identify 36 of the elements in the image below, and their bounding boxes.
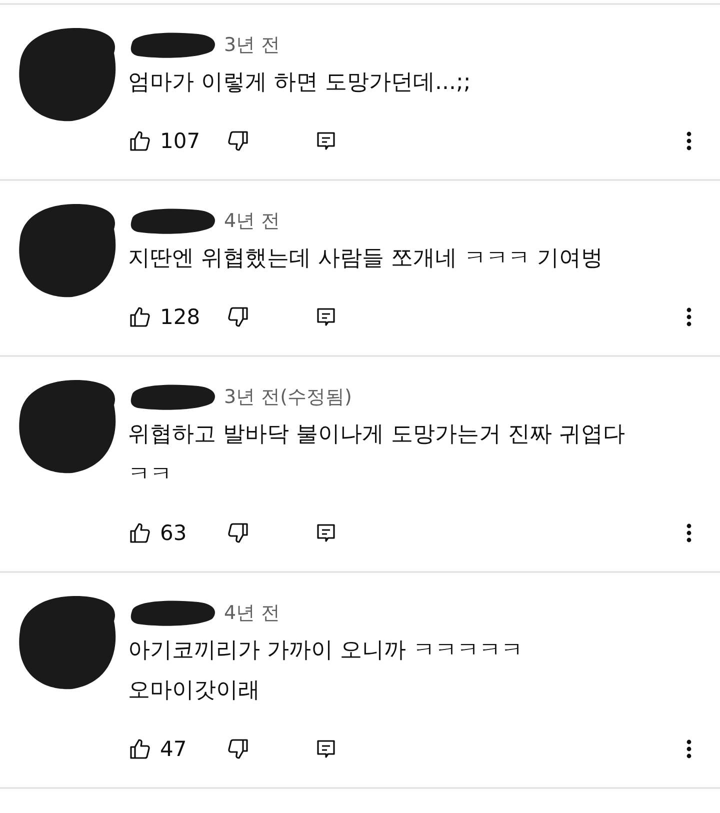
comment-timestamp: 3년 전(수정됨) <box>224 385 352 410</box>
comment-icon <box>314 737 338 761</box>
thumbs-up-icon <box>128 305 152 329</box>
thumbs-down-icon <box>226 737 250 761</box>
thumbs-up-icon <box>128 521 152 545</box>
comment-text: 아기코끼리가 가까이 오니까 ㅋㅋㅋㅋㅋ 오마이갓이래 <box>128 637 524 705</box>
more-options-button[interactable] <box>685 305 693 329</box>
reply-button[interactable] <box>314 737 338 761</box>
like-button[interactable]: 107 <box>128 129 226 153</box>
comment-timestamp: 4년 전 <box>224 209 280 234</box>
comment-timestamp: 4년 전 <box>224 601 280 626</box>
comment-timestamp: 3년 전 <box>224 33 280 58</box>
like-button[interactable]: 63 <box>128 521 226 545</box>
thumbs-up-icon <box>128 737 152 761</box>
like-button[interactable]: 47 <box>128 737 226 761</box>
comment-icon <box>314 305 338 329</box>
comment-text: 엄마가 이렇게 하면 도망가던데...;; <box>128 69 472 97</box>
thumbs-down-icon <box>226 305 250 329</box>
more-options-button[interactable] <box>685 737 693 761</box>
reply-button[interactable] <box>314 129 338 153</box>
more-options-button[interactable] <box>685 129 693 153</box>
thumbs-down-icon <box>226 129 250 153</box>
more-icon <box>685 521 693 545</box>
more-icon <box>685 737 693 761</box>
comment-icon <box>314 521 338 545</box>
comment-text: 지딴엔 위협했는데 사람들 쪼개네 ㅋㅋㅋ 기여벙 <box>128 245 604 273</box>
more-icon <box>685 129 693 153</box>
more-icon <box>685 305 693 329</box>
reply-button[interactable] <box>314 521 338 545</box>
thumbs-down-icon <box>226 521 250 545</box>
comment-icon <box>314 129 338 153</box>
more-options-button[interactable] <box>685 521 693 545</box>
thumbs-up-icon <box>128 129 152 153</box>
comment-text: 위협하고 발바닥 불이나게 도망가는거 진짜 귀엽다 ㅋㅋ <box>128 421 626 489</box>
reply-button[interactable] <box>314 305 338 329</box>
like-button[interactable]: 128 <box>128 305 226 329</box>
